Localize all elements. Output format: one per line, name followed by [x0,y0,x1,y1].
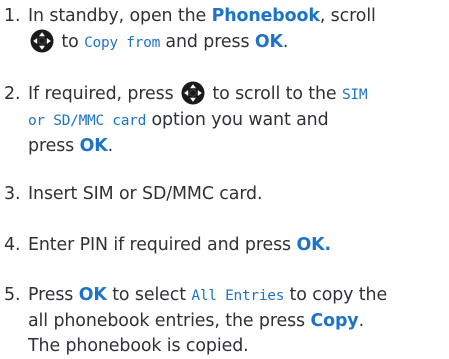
copy-from-display-text: Copy from [84,35,160,51]
step-text: to [56,32,85,52]
step-5: 5. Press OK to select All Entries to copy… [0,283,440,359]
step-text: option you want and [146,110,329,130]
step-number: 4. [4,235,21,255]
step-3: 3. Insert SIM or SD/MMC card. [0,182,440,207]
step-1-line-2: to Copy from and press OK. [0,29,440,56]
ok-keyword: OK [79,136,108,156]
ok-keyword: OK. [296,235,332,255]
step-text: to select [106,285,192,305]
step-number: 3. [4,184,21,204]
ok-keyword: OK [254,32,283,52]
step-text: press [28,136,80,156]
all-entries-display-text: All Entries [191,288,285,304]
sd-mmc-card-display-text: or SD/MMC card [28,113,147,129]
step-text: to copy the [284,285,388,305]
step-2-line-3: press OK. [0,134,440,159]
step-2-line-1: 2. If required, press to scroll to the SI… [0,81,440,108]
navigation-key-icon [30,29,54,53]
step-5-line-1: 5. Press OK to select All Entries to copy… [0,283,440,309]
ok-keyword: OK [78,285,107,305]
instruction-page: 1. In standby, open the Phonebook, scroll… [0,0,449,356]
step-text: If required, press [28,84,179,104]
step-text: . [358,311,365,331]
step-text: . [282,32,289,52]
step-2: 2. If required, press to scroll to the SI… [0,81,440,159]
copy-keyword: Copy [310,311,359,331]
step-number: 2. [4,84,21,104]
step-text: to scroll to the [206,84,342,104]
step-text: Enter PIN if required and press [28,235,297,255]
step-4: 4. Enter PIN if required and press OK. [0,233,440,258]
step-number: 1. [4,6,21,26]
step-1-line-1: 1. In standby, open the Phonebook, scroll [0,4,440,29]
step-5-line-2: all phonebook entries, the press Copy. [0,309,440,334]
step-4-line-1: 4. Enter PIN if required and press OK. [0,233,440,258]
step-text: In standby, open the [28,6,212,26]
step-text: , scroll [319,6,376,26]
step-number: 5. [4,285,21,305]
navigation-key-icon [181,81,205,105]
step-5-line-3: The phonebook is copied. [0,334,440,359]
step-text: Press [28,285,79,305]
phonebook-keyword: Phonebook [211,6,320,26]
step-text: and press [160,32,255,52]
step-text: Insert SIM or SD/MMC card. [28,184,263,204]
step-3-line-1: 3. Insert SIM or SD/MMC card. [0,182,440,207]
step-2-line-2: or SD/MMC card option you want and [0,108,440,134]
sim-display-text: SIM [341,87,368,103]
step-text: . [107,136,114,156]
step-text: The phonebook is copied. [28,336,249,356]
step-text: all phonebook entries, the press [28,311,311,331]
step-1: 1. In standby, open the Phonebook, scroll… [0,4,440,56]
